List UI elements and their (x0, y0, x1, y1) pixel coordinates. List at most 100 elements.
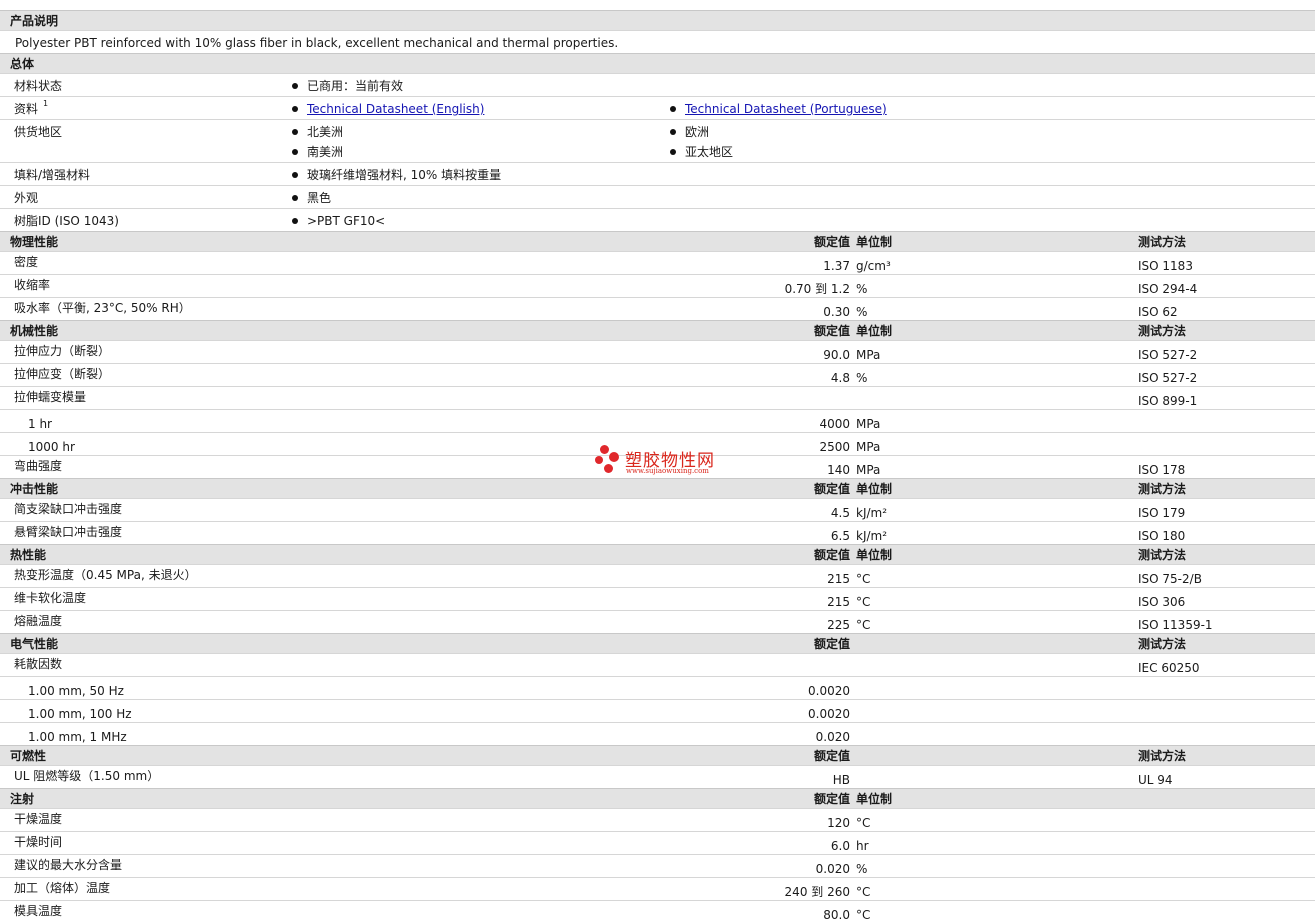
property-value: 4.5 (830, 506, 850, 520)
property-label: 热变形温度（0.45 MPa, 未退火） (14, 568, 197, 582)
bullet-icon (670, 106, 676, 112)
property-label: 悬臂梁缺口冲击强度 (14, 525, 123, 539)
property-row: 热变形温度（0.45 MPa, 未退火） 215 °C ISO 75-2/B (0, 564, 1315, 587)
method-column-header: 测试方法 (1138, 749, 1187, 763)
property-label: 熔融温度 (14, 614, 63, 628)
property-label: 耗散因数 (14, 657, 63, 671)
method-column-header: 测试方法 (1138, 548, 1187, 562)
test-method: ISO 75-2/B (1138, 572, 1202, 586)
datasheet-portuguese-link[interactable]: Technical Datasheet (Portuguese) (685, 102, 887, 116)
property-value: HB (832, 773, 850, 787)
datasheet-english-link[interactable]: Technical Datasheet (English) (307, 102, 484, 116)
property-unit: °C (856, 908, 871, 922)
property-value: 0.70 到 1.2 (784, 282, 850, 296)
unit-column-header: 单位制 (856, 548, 893, 562)
general-row: 材料状态 已商用：当前有效 (0, 73, 1315, 96)
property-row: 拉伸应变（断裂） 4.8% ISO 527-2 (0, 363, 1315, 386)
property-label: 拉伸应变（断裂） (14, 367, 111, 381)
property-unit: % (856, 305, 868, 319)
property-label: 加工（熔体）温度 (14, 881, 111, 895)
nominal-column-header: 额定值 (813, 482, 850, 496)
property-unit: °C (856, 618, 871, 632)
description-row: Polyester PBT reinforced with 10% glass … (0, 30, 1315, 53)
test-method: ISO 527-2 (1138, 371, 1198, 385)
property-value: 4000 (819, 417, 850, 431)
section-title: 总体 (10, 57, 35, 71)
property-row: 简支梁缺口冲击强度 4.5 kJ/m² ISO 179 (0, 498, 1315, 521)
property-value: 215 (827, 595, 850, 609)
general-value: 南美洲 (307, 145, 344, 159)
property-label: 拉伸应力（断裂） (14, 344, 111, 358)
property-unit: kJ/m² (856, 506, 888, 520)
property-label: 干燥温度 (14, 812, 63, 826)
property-label: 拉伸蠕变模量 (14, 390, 87, 404)
nominal-column-header: 额定值 (813, 548, 850, 562)
general-value: 已商用：当前有效 (307, 79, 404, 93)
property-unit: % (856, 371, 868, 385)
test-method: ISO 11359-1 (1138, 618, 1213, 632)
property-label: 建议的最大水分含量 (14, 858, 123, 872)
test-method: ISO 294-4 (1138, 282, 1198, 296)
property-row: 模具温度 80.0 °C (0, 900, 1315, 923)
property-label: 1.00 mm, 1 MHz (28, 730, 127, 744)
property-value: 2500 (819, 440, 850, 454)
general-label: 填料/增强材料 (14, 168, 91, 182)
property-value: 0.0020 (808, 707, 850, 721)
description-text: Polyester PBT reinforced with 10% glass … (15, 36, 619, 50)
property-value: 90.0 (823, 348, 850, 362)
property-label: 收缩率 (14, 278, 51, 292)
section-header-description: 产品说明 (0, 10, 1315, 30)
test-method: UL 94 (1138, 773, 1173, 787)
test-method: ISO 62 (1138, 305, 1178, 319)
property-row: 1.00 mm, 1 MHz 0.020 (0, 722, 1315, 745)
unit-column-header: 单位制 (856, 482, 893, 496)
property-label: 密度 (14, 255, 39, 269)
general-row: 供货地区 北美洲 南美洲 欧洲 亚太地区 (0, 119, 1315, 162)
property-label: 弯曲强度 (14, 459, 63, 473)
bullet-icon (670, 149, 676, 155)
unit-column-header: 单位制 (856, 792, 893, 806)
property-row: UL 阻燃等级（1.50 mm） HB UL 94 (0, 765, 1315, 788)
property-row: 1.00 mm, 100 Hz 0.0020 (0, 699, 1315, 722)
test-method: IEC 60250 (1138, 661, 1200, 675)
nominal-column-header: 额定值 (813, 637, 850, 651)
property-row: 拉伸蠕变模量 ISO 899-1 (0, 386, 1315, 409)
section-header: 热性能 额定值 单位制 测试方法 (0, 544, 1315, 564)
property-value: 240 到 260 (784, 885, 850, 899)
property-label: 维卡软化温度 (14, 591, 87, 605)
test-method: ISO 899-1 (1138, 394, 1198, 408)
bullet-icon (292, 195, 298, 201)
property-row: 加工（熔体）温度 240 到 260 °C (0, 877, 1315, 900)
general-value: 欧洲 (685, 125, 710, 139)
property-unit: °C (856, 885, 871, 899)
method-column-header: 测试方法 (1138, 637, 1187, 651)
nominal-column-header: 额定值 (813, 749, 850, 763)
property-unit: MPa (856, 440, 881, 454)
general-row: 资料 1 Technical Datasheet (English) Technica… (0, 96, 1315, 119)
section-header: 可燃性 额定值 测试方法 (0, 745, 1315, 765)
property-value: 4.8 (830, 371, 850, 385)
general-label: 资料 (14, 102, 39, 116)
property-label: UL 阻燃等级（1.50 mm） (14, 769, 160, 783)
section-title: 注射 (10, 792, 35, 806)
test-method: ISO 527-2 (1138, 348, 1198, 362)
method-column-header: 测试方法 (1138, 324, 1187, 338)
property-label: 1.00 mm, 100 Hz (28, 707, 132, 721)
bullet-icon (292, 106, 298, 112)
property-value: 120 (827, 816, 850, 830)
test-method: ISO 179 (1138, 506, 1186, 520)
property-unit: °C (856, 572, 871, 586)
general-value: >PBT GF10< (307, 214, 386, 228)
property-row: 拉伸应力（断裂） 90.0 MPa ISO 527-2 (0, 340, 1315, 363)
test-method: ISO 306 (1138, 595, 1186, 609)
section-title: 物理性能 (10, 235, 59, 249)
section-header: 注射 额定值 单位制 (0, 788, 1315, 808)
general-value: 北美洲 (307, 125, 344, 139)
property-row: 1.00 mm, 50 Hz 0.0020 (0, 676, 1315, 699)
property-value: 6.5 (830, 529, 850, 543)
property-row: 收缩率 0.70 到 1.2% ISO 294-4 (0, 274, 1315, 297)
property-unit: MPa (856, 463, 881, 477)
property-value: 225 (827, 618, 850, 632)
bullet-icon (292, 129, 298, 135)
nominal-column-header: 额定值 (813, 235, 850, 249)
